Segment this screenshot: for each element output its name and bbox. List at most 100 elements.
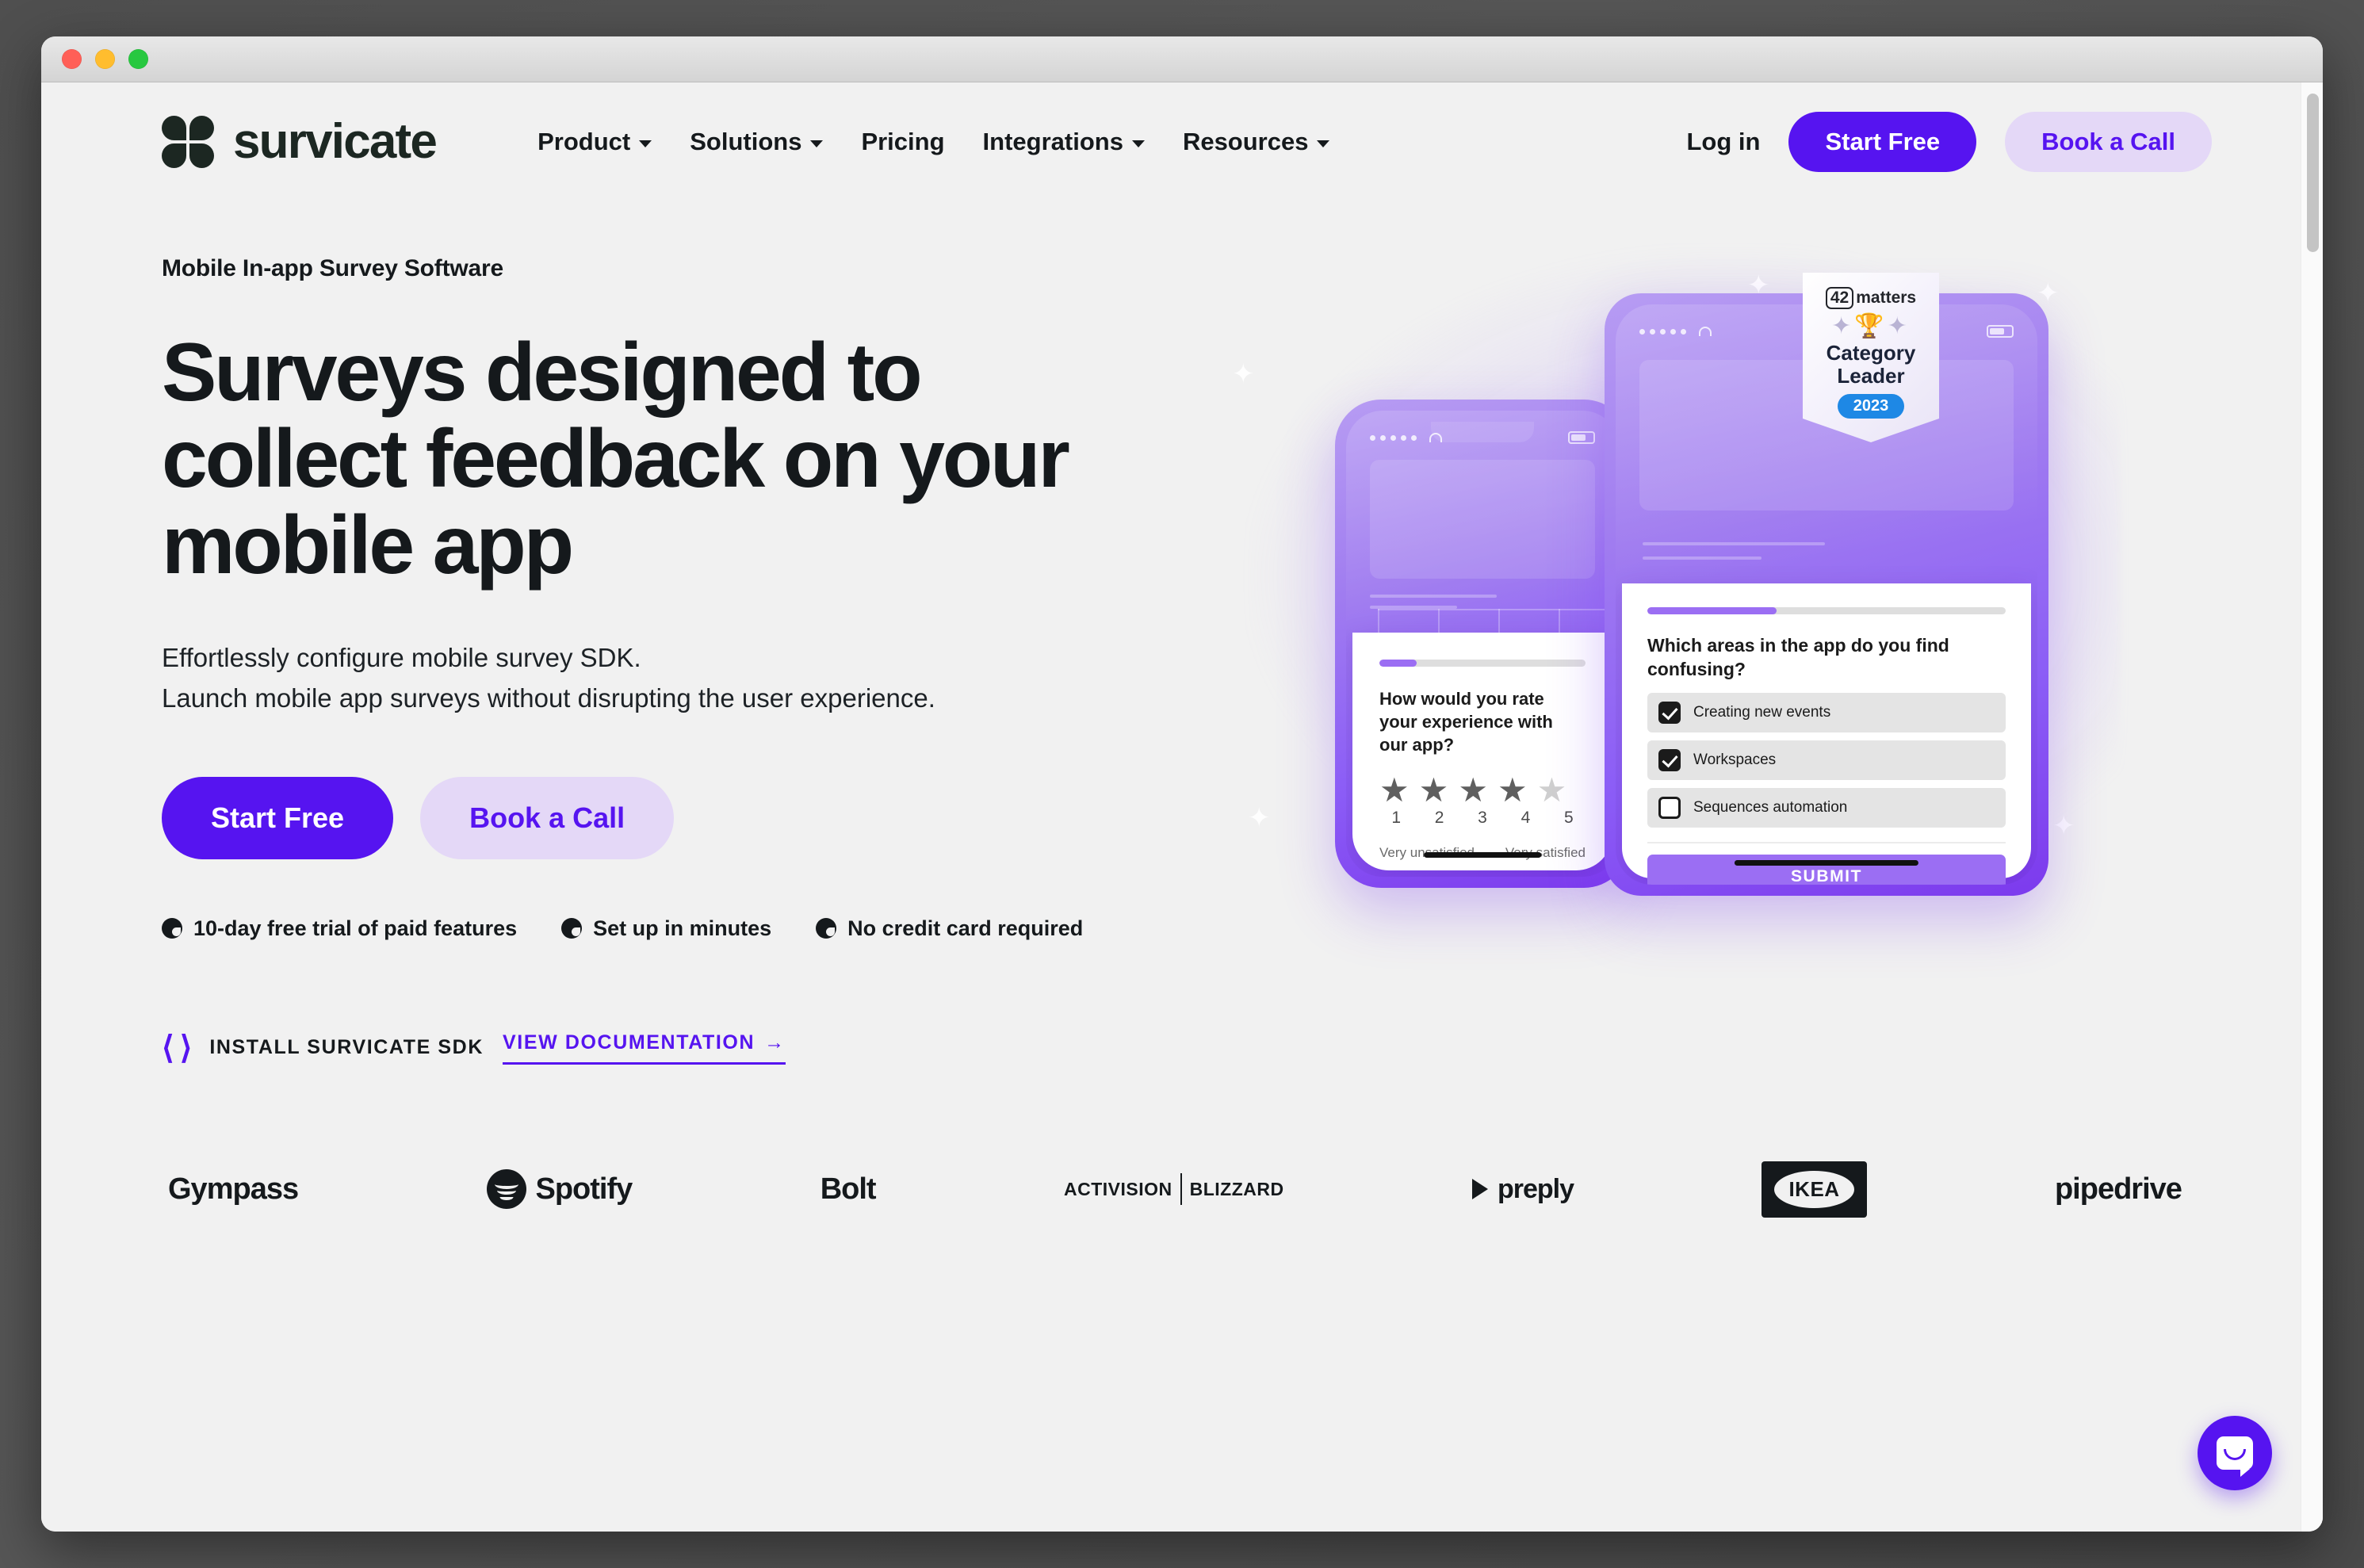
chat-launcher-button[interactable] [2198, 1416, 2272, 1490]
headline-line-1: Surveys designed to [162, 327, 923, 419]
badge-title-line-1: Category [1826, 341, 1916, 365]
doc-link-label: VIEW DOCUMENTATION [503, 1031, 755, 1054]
scrollbar-thumb[interactable] [2307, 94, 2319, 252]
window-titlebar [41, 36, 2323, 82]
close-button[interactable] [62, 49, 82, 69]
hero-subtext: Effortlessly configure mobile survey SDK… [162, 637, 1200, 718]
trophy-icon: ✦🏆✦ [1831, 313, 1911, 339]
headline-line-2: collect feedback on your [162, 413, 1070, 506]
star-icon-3[interactable]: ★ [1458, 774, 1488, 807]
sparkle-icon: ✦ [2037, 278, 2060, 308]
login-link[interactable]: Log in [1686, 128, 1760, 156]
window-controls[interactable] [62, 49, 148, 69]
hero-book-a-call-button[interactable]: Book a Call [420, 776, 675, 859]
client-logo-row: Gympass Spotify Bolt ACTIVISION BLIZZARD… [41, 1066, 2301, 1218]
star-number: 1 [1391, 809, 1402, 828]
survey-option-row[interactable]: Workspaces [1647, 740, 2006, 780]
activision-label: ACTIVISION [1063, 1178, 1172, 1199]
phone-home-indicator [1424, 852, 1541, 858]
sparkle-icon: ✦ [1248, 803, 1271, 833]
nav-label-solutions: Solutions [690, 128, 802, 155]
pipedrive-wordmark: pipedrive [2054, 1172, 2182, 1206]
benefit-item: No credit card required [816, 916, 1083, 941]
survey-option-label: Sequences automation [1693, 798, 1848, 816]
survicate-logo-icon [162, 116, 214, 168]
client-logo-preply: preply [1471, 1173, 1574, 1205]
star-icon-1[interactable]: ★ [1379, 774, 1410, 807]
benefit-label: Set up in minutes [593, 916, 772, 940]
arrow-right-icon: → [764, 1031, 786, 1054]
browser-window: survicate Product Solutions Pricing Inte… [41, 36, 2323, 1532]
hero-cta-row: Start Free Book a Call [162, 776, 1200, 859]
header-book-a-call-button[interactable]: Book a Call [2005, 112, 2212, 172]
nav-label-resources: Resources [1182, 128, 1309, 155]
smile-icon [2224, 1449, 2246, 1460]
badge-brand-number: 42 [1825, 287, 1854, 309]
headline-line-3: mobile app [162, 499, 574, 592]
phone-survey-progress [1379, 660, 1586, 667]
gympass-wordmark: Gympass [168, 1172, 299, 1206]
checkbox-unchecked-icon[interactable] [1658, 796, 1681, 819]
page-scrollbar[interactable] [2301, 82, 2323, 1532]
survey-option-row[interactable]: Sequences automation [1647, 787, 2006, 828]
sparkle-icon: ✦ [2052, 811, 2075, 841]
client-logo-activision-blizzard: ACTIVISION BLIZZARD [1063, 1173, 1284, 1206]
benefit-item: Set up in minutes [561, 916, 771, 941]
star-icon-2[interactable]: ★ [1419, 774, 1449, 807]
spotify-wordmark: Spotify [535, 1172, 633, 1206]
header-start-free-button[interactable]: Start Free [1788, 112, 1977, 172]
sdk-install-label: INSTALL SURVICATE SDK [209, 1036, 484, 1059]
tablet-survey-question: Which areas in the app do you find confu… [1647, 635, 1949, 680]
benefit-label: No credit card required [847, 916, 1084, 940]
client-logo-ikea: IKEA [1762, 1161, 1867, 1218]
client-logo-bolt: Bolt [821, 1172, 877, 1207]
check-icon [816, 918, 837, 939]
checkbox-checked-icon[interactable] [1658, 748, 1681, 771]
chevron-down-icon [1131, 140, 1145, 147]
star-icon-5[interactable]: ★ [1537, 774, 1567, 807]
survicate-logo[interactable]: survicate [162, 114, 438, 169]
page-viewport: survicate Product Solutions Pricing Inte… [41, 82, 2323, 1532]
benefit-item: 10-day free trial of paid features [162, 916, 517, 941]
nav-item-solutions[interactable]: Solutions [690, 128, 824, 156]
tablet-home-indicator [1734, 860, 1919, 866]
check-icon [561, 918, 583, 939]
star-rating-numbers: 1 2 3 4 5 [1379, 809, 1586, 828]
battery-icon [1987, 325, 2014, 338]
star-number: 2 [1434, 809, 1444, 828]
phone-status-bar [1370, 431, 1595, 444]
survey-option-label: Creating new events [1693, 703, 1831, 721]
main-navigation: Product Solutions Pricing Integrations R… [537, 128, 1330, 156]
page-title: Surveys designed to collect feedback on … [162, 327, 1200, 592]
maximize-button[interactable] [128, 49, 148, 69]
chat-bubble-icon [2217, 1436, 2253, 1477]
survey-divider [1647, 841, 2006, 843]
minimize-button[interactable] [95, 49, 115, 69]
benefit-label: 10-day free trial of paid features [193, 916, 518, 940]
logo-wordmark: survicate [233, 114, 438, 169]
client-logo-pipedrive: pipedrive [2055, 1172, 2182, 1207]
checkbox-checked-icon[interactable] [1658, 701, 1681, 724]
star-number: 5 [1563, 809, 1574, 828]
survey-option-label: Workspaces [1693, 751, 1777, 768]
survey-submit-button[interactable]: SUBMIT [1647, 854, 2006, 885]
badge-year: 2023 [1837, 394, 1905, 419]
view-documentation-link[interactable]: VIEW DOCUMENTATION → [503, 1031, 786, 1065]
nav-item-resources[interactable]: Resources [1183, 128, 1330, 156]
battery-icon [1568, 431, 1595, 444]
wifi-icon [1429, 433, 1442, 442]
preply-icon [1471, 1179, 1488, 1200]
hero-start-free-button[interactable]: Start Free [162, 776, 394, 859]
chevron-down-icon [1317, 140, 1330, 147]
nav-item-product[interactable]: Product [537, 128, 652, 156]
hero-illustration: ✦ ✦ ✦ ✦ ✦ How would you rate your experi… [1200, 247, 2301, 913]
phone-survey-card: How would you rate your experience with … [1352, 633, 1612, 870]
star-rating[interactable]: ★ ★ ★ ★ ★ [1379, 774, 1586, 807]
survey-option-row[interactable]: Creating new events [1647, 692, 2006, 732]
preply-wordmark: preply [1497, 1173, 1574, 1204]
badge-brand-word: matters [1856, 289, 1917, 307]
logo-divider [1180, 1173, 1182, 1206]
nav-item-pricing[interactable]: Pricing [861, 128, 944, 156]
star-icon-4[interactable]: ★ [1498, 774, 1528, 807]
nav-item-integrations[interactable]: Integrations [983, 128, 1145, 156]
